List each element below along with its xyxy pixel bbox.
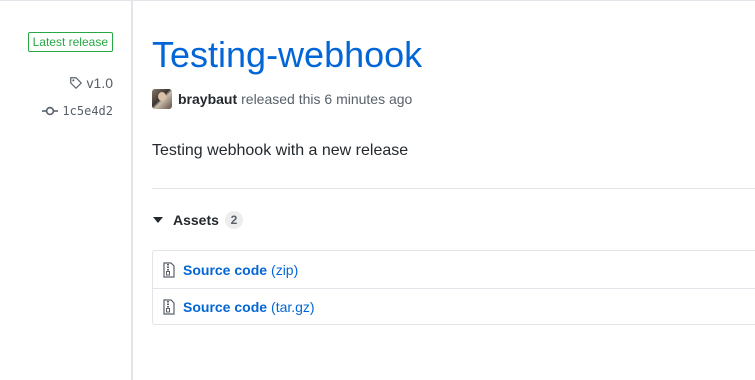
- asset-item: Source code (zip): [153, 251, 755, 288]
- asset-name: Source code: [183, 299, 268, 315]
- release-sidebar: Latest release v1.0 1c5e4d2: [0, 0, 133, 380]
- tag-icon: [69, 77, 82, 89]
- tag-label: v1.0: [86, 75, 113, 91]
- release-description: Testing webhook with a new release: [152, 142, 409, 159]
- release-byline: braybaut released this 6 minutes ago: [152, 89, 412, 109]
- asset-ext: (zip): [271, 261, 299, 278]
- caret-down-icon: [153, 217, 163, 223]
- divider: [152, 188, 755, 189]
- source-code-targz-link[interactable]: Source code (tar.gz): [183, 299, 315, 315]
- release-main: Testing-webhook braybaut released this 6…: [152, 0, 755, 380]
- file-zip-icon: [163, 299, 175, 315]
- asset-ext: (tar.gz): [271, 299, 315, 315]
- assets-label: Assets: [173, 212, 219, 228]
- source-code-zip-link[interactable]: Source code (zip): [183, 262, 298, 278]
- author-link[interactable]: braybaut: [178, 91, 237, 107]
- file-zip-icon: [163, 261, 175, 278]
- asset-item: Source code (tar.gz): [153, 288, 755, 325]
- latest-release-badge: Latest release: [27, 32, 113, 52]
- commit-sha: 1c5e4d2: [62, 104, 113, 118]
- git-commit-icon: [42, 106, 59, 116]
- avatar[interactable]: [152, 89, 172, 109]
- release-time-text: released this 6 minutes ago: [241, 91, 413, 107]
- assets-list: Source code (zip) Source code (tar.gz): [152, 250, 755, 325]
- release-title-link[interactable]: Testing-webhook: [152, 33, 422, 77]
- tag-link[interactable]: v1.0: [69, 73, 113, 93]
- commit-link[interactable]: 1c5e4d2: [42, 101, 113, 121]
- assets-toggle[interactable]: Assets 2: [152, 209, 243, 231]
- asset-name: Source code: [183, 261, 268, 278]
- assets-count-badge: 2: [224, 211, 243, 229]
